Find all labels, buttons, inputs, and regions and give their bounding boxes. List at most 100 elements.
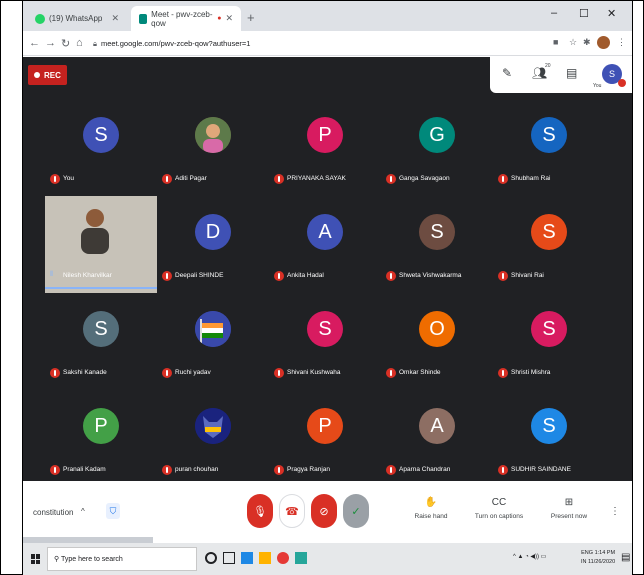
extensions-icon[interactable]: ✱ bbox=[583, 37, 591, 48]
mic-off-icon bbox=[50, 368, 60, 378]
task-view-icon[interactable] bbox=[223, 552, 235, 564]
present-now-button[interactable]: ⊞ Present now bbox=[539, 497, 599, 520]
clock[interactable]: ENG 1:14 PM IN 11/26/2020 bbox=[581, 549, 615, 567]
participant-tile[interactable]: S Shubham Rai bbox=[493, 99, 605, 196]
mic-toggle-button[interactable]: 🎙︎ bbox=[247, 494, 273, 528]
participant-avatar: S bbox=[531, 117, 567, 153]
participant-tile[interactable]: S Shivani Rai bbox=[493, 196, 605, 293]
call-controls: constitution ^ ⛉ 🎙︎ ☎ ⊘ ✓ ✋ Raise hand C… bbox=[23, 481, 632, 541]
participant-tile[interactable]: P PRIYANAKA SAYAK bbox=[269, 99, 381, 196]
checkmark-button[interactable]: ✓ bbox=[343, 494, 369, 528]
participant-name: Sakshi Kanade bbox=[63, 369, 107, 376]
tray-lang: ENG bbox=[581, 550, 594, 556]
pin-off-icon[interactable]: ✎ bbox=[502, 66, 512, 80]
participant-name: SUDHIR SAINDANE bbox=[511, 466, 571, 473]
participant-avatar: A bbox=[307, 214, 343, 250]
taskbar-search[interactable]: ⚲ Type here to search bbox=[47, 547, 197, 571]
close-window-button[interactable]: ✕ bbox=[607, 7, 616, 20]
participant-tile[interactable]: S Shivani Kushwaha bbox=[269, 293, 381, 390]
close-icon[interactable]: ✕ bbox=[225, 13, 233, 24]
participant-tile[interactable]: A Aparna Chandran bbox=[381, 390, 493, 487]
participant-avatar: S bbox=[307, 311, 343, 347]
close-icon[interactable]: ✕ bbox=[111, 13, 119, 24]
participant-tile[interactable]: Aditi Pagar bbox=[157, 99, 269, 196]
participant-tile[interactable]: D Deepali SHINDE bbox=[157, 196, 269, 293]
participant-count: 20 bbox=[545, 63, 551, 69]
back-icon[interactable]: ← bbox=[29, 37, 40, 49]
meeting-details-button[interactable]: constitution bbox=[33, 508, 73, 517]
participant-avatar bbox=[195, 311, 231, 347]
menu-icon[interactable]: ⋮ bbox=[617, 37, 626, 48]
mic-off-icon: 🎙︎ bbox=[253, 505, 267, 518]
participant-avatar: P bbox=[307, 408, 343, 444]
raise-hand-button[interactable]: ✋ Raise hand bbox=[401, 497, 461, 520]
chrome-icon[interactable] bbox=[277, 552, 289, 564]
tab-whatsapp[interactable]: (19) WhatsApp ✕ bbox=[27, 6, 127, 31]
tray-region: IN bbox=[581, 559, 587, 565]
new-tab-button[interactable]: + bbox=[247, 10, 255, 25]
tab-title: Meet - pwv-zceb-qow bbox=[151, 9, 213, 28]
record-dot-icon bbox=[34, 72, 40, 78]
participant-tile[interactable]: puran chouhan bbox=[157, 390, 269, 487]
participant-avatar: S bbox=[83, 117, 119, 153]
star-icon[interactable]: ☆ bbox=[569, 37, 577, 48]
participant-name: Shivani Kushwaha bbox=[287, 369, 341, 376]
participant-tile[interactable]: P Pranali Kadam bbox=[45, 390, 157, 487]
windows-start-icon[interactable] bbox=[31, 554, 41, 564]
recording-dot-icon: ● bbox=[217, 15, 222, 22]
cortana-icon[interactable] bbox=[205, 552, 217, 564]
search-placeholder: Type here to search bbox=[60, 556, 123, 563]
participant-avatar: S bbox=[531, 408, 567, 444]
app-icon[interactable] bbox=[295, 552, 307, 564]
participant-tile[interactable]: S Shweta Vishwakarma bbox=[381, 196, 493, 293]
camera-toggle-button[interactable]: ⊘ bbox=[311, 494, 337, 528]
participant-tile[interactable]: A Ankita Hadal bbox=[269, 196, 381, 293]
participant-tile[interactable]: S Shristi Mishra bbox=[493, 293, 605, 390]
mic-off-icon bbox=[498, 368, 508, 378]
mic-off-icon bbox=[50, 174, 60, 184]
top-right-panel: ✎ 👥︎ 20 ▤ S You bbox=[490, 57, 632, 93]
leave-call-button[interactable]: ☎ bbox=[279, 494, 305, 528]
clock-time: 1:14 PM bbox=[594, 550, 616, 556]
participant-avatar: P bbox=[307, 117, 343, 153]
shield-icon[interactable]: ⛉ bbox=[106, 503, 120, 519]
meet-icon bbox=[139, 13, 148, 24]
clock-date: 11/26/2020 bbox=[588, 559, 616, 565]
participant-name: Pranali Kadam bbox=[63, 466, 106, 473]
raise-hand-label: Raise hand bbox=[414, 513, 448, 520]
url-field[interactable]: 🔒︎ meet.google.com/pwv-zceb-qow?authuser=… bbox=[93, 36, 523, 51]
participant-tile[interactable]: P Pragya Ranjan bbox=[269, 390, 381, 487]
present-icon: ⊞ bbox=[564, 497, 574, 508]
mic-off-icon bbox=[386, 271, 396, 281]
mic-off-icon bbox=[274, 174, 284, 184]
tab-meet[interactable]: Meet - pwv-zceb-qow ● ✕ bbox=[131, 6, 241, 31]
mic-off-icon bbox=[162, 368, 172, 378]
profile-avatar[interactable] bbox=[597, 36, 610, 49]
forward-icon[interactable]: → bbox=[45, 37, 56, 49]
chat-icon[interactable]: ▤ bbox=[566, 66, 577, 80]
participant-name: You bbox=[63, 175, 74, 182]
more-options-icon[interactable]: ⋮ bbox=[610, 506, 620, 517]
mic-off-icon bbox=[274, 271, 284, 281]
explorer-icon[interactable] bbox=[259, 552, 271, 564]
participant-tile[interactable]: ⦀ Nilesh Kharvilkar bbox=[45, 196, 157, 293]
participant-tile[interactable]: S SUDHIR SAINDANE bbox=[493, 390, 605, 487]
minimize-button[interactable]: – bbox=[551, 7, 557, 19]
participant-tile[interactable]: Ruchi yadav bbox=[157, 293, 269, 390]
mic-off-icon bbox=[386, 465, 396, 475]
notifications-icon[interactable]: ▤ bbox=[621, 552, 630, 563]
participant-tile[interactable]: O Omkar Shinde bbox=[381, 293, 493, 390]
chevron-up-icon[interactable]: ^ bbox=[81, 507, 85, 516]
mic-off-icon bbox=[162, 174, 172, 184]
home-icon[interactable]: ⌂ bbox=[76, 37, 83, 49]
store-icon[interactable] bbox=[241, 552, 253, 564]
reload-icon[interactable]: ↻ bbox=[61, 37, 70, 50]
participant-tile[interactable]: G Ganga Savagaon bbox=[381, 99, 493, 196]
captions-button[interactable]: CC Turn on captions bbox=[469, 497, 529, 520]
tab-title: (19) WhatsApp bbox=[49, 14, 103, 23]
camera-permission-icon[interactable]: ■ bbox=[553, 37, 558, 47]
participant-tile[interactable]: S Sakshi Kanade bbox=[45, 293, 157, 390]
system-tray[interactable]: ^ ▲ ◔ ◀︎)) ▭ bbox=[513, 553, 546, 560]
participant-tile[interactable]: S You bbox=[45, 99, 157, 196]
maximize-button[interactable]: ☐ bbox=[579, 7, 589, 20]
